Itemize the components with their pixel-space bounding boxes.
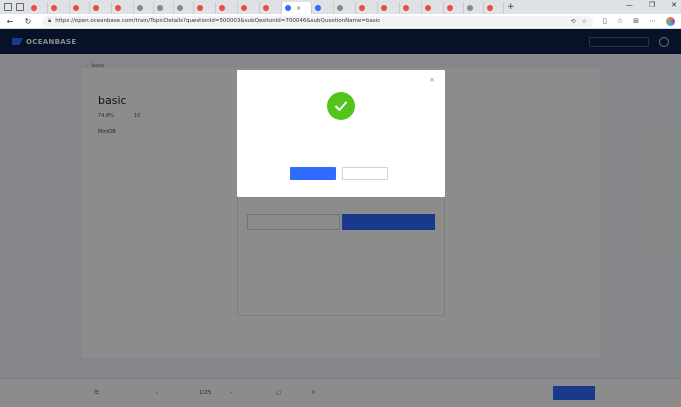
back-icon[interactable]: ← — [6, 17, 14, 26]
tab-favicon-icon — [31, 5, 37, 11]
tab-favicon-icon — [359, 5, 365, 11]
tab-close-icon[interactable]: × — [296, 5, 301, 12]
browser-tab[interactable] — [194, 2, 216, 14]
browser-tab[interactable] — [400, 2, 422, 14]
tab-favicon-icon — [157, 5, 163, 11]
tab-favicon-icon — [177, 5, 183, 11]
window-controls: — ❐ ✕ — [626, 1, 677, 9]
bookmark-star-icon[interactable]: ☆ — [582, 18, 587, 25]
browser-tab[interactable] — [112, 2, 134, 14]
browser-tab[interactable] — [70, 2, 90, 14]
translate-icon[interactable]: ⟲ — [571, 18, 576, 25]
browser-tab[interactable] — [90, 2, 112, 14]
browser-tab[interactable] — [28, 2, 48, 14]
browser-tab[interactable] — [174, 2, 194, 14]
tab-favicon-icon — [219, 5, 225, 11]
tab-favicon-icon — [73, 5, 79, 11]
toolbar-right: ▯ ☆ ⊞ ⋯ — [603, 16, 675, 26]
tab-favicon-icon — [467, 5, 473, 11]
modal-close-button[interactable] — [342, 167, 388, 180]
collections-icon[interactable]: ⊞ — [633, 17, 639, 25]
tab-favicon-icon — [285, 5, 291, 11]
browser-tab[interactable] — [216, 2, 238, 14]
tab-favicon-icon — [197, 5, 203, 11]
reload-icon[interactable]: ↻ — [24, 17, 32, 26]
new-tab-button[interactable]: + — [507, 2, 515, 12]
browser-tab[interactable] — [238, 2, 260, 14]
modal-body — [237, 90, 445, 197]
browser-tab[interactable] — [378, 2, 400, 14]
lock-icon: 🔒︎ — [48, 17, 52, 24]
favorites-icon[interactable]: ☆ — [617, 17, 623, 25]
close-window-button[interactable]: ✕ — [671, 1, 677, 9]
browser-tab[interactable] — [484, 2, 504, 14]
tab-strip: × — [28, 0, 504, 14]
browser-toolbar: ← ↻ 🔒︎ https://open.oceanbase.com/train/… — [0, 14, 681, 29]
tab-favicon-icon — [487, 5, 493, 11]
tab-favicon-icon — [93, 5, 99, 11]
tab-favicon-icon — [447, 5, 453, 11]
browser-tab[interactable] — [134, 2, 154, 14]
tab-favicon-icon — [241, 5, 247, 11]
workspaces-icon[interactable] — [4, 3, 12, 11]
tab-favicon-icon — [51, 5, 57, 11]
tab-favicon-icon — [137, 5, 143, 11]
browser-tab[interactable] — [334, 2, 356, 14]
minimize-button[interactable]: — — [626, 1, 633, 9]
browser-tab-bar: × + — ❐ ✕ — [0, 0, 681, 14]
address-url[interactable]: https://open.oceanbase.com/train/TopicDe… — [55, 18, 564, 24]
browser-tab[interactable] — [444, 2, 464, 14]
browser-tab[interactable] — [312, 2, 334, 14]
tab-favicon-icon — [263, 5, 269, 11]
address-bar[interactable]: 🔒︎ https://open.oceanbase.com/train/Topi… — [42, 15, 593, 27]
tab-favicon-icon — [337, 5, 343, 11]
more-icon[interactable]: ⋯ — [649, 17, 656, 25]
browser-tab[interactable] — [260, 2, 282, 14]
close-icon[interactable]: × — [429, 76, 435, 84]
browser-tab[interactable] — [464, 2, 484, 14]
tab-favicon-icon — [425, 5, 431, 11]
browser-tab[interactable] — [422, 2, 444, 14]
browser-tab[interactable]: × — [282, 2, 312, 14]
modal-header: × — [237, 70, 445, 90]
success-modal: × — [237, 70, 445, 197]
browser-tab[interactable] — [48, 2, 70, 14]
tab-favicon-icon — [115, 5, 121, 11]
tab-actions-icon[interactable] — [16, 3, 24, 11]
split-screen-icon[interactable]: ▯ — [603, 17, 607, 25]
browser-tab[interactable] — [356, 2, 378, 14]
browser-tab[interactable] — [154, 2, 174, 14]
check-mark-icon — [335, 101, 347, 111]
view-submission-record-button[interactable] — [290, 167, 336, 180]
copilot-icon[interactable] — [666, 16, 675, 26]
check-circle-icon — [327, 92, 355, 120]
tab-favicon-icon — [381, 5, 387, 11]
tab-favicon-icon — [315, 5, 321, 11]
tab-favicon-icon — [403, 5, 409, 11]
maximize-button[interactable]: ❐ — [649, 1, 655, 9]
